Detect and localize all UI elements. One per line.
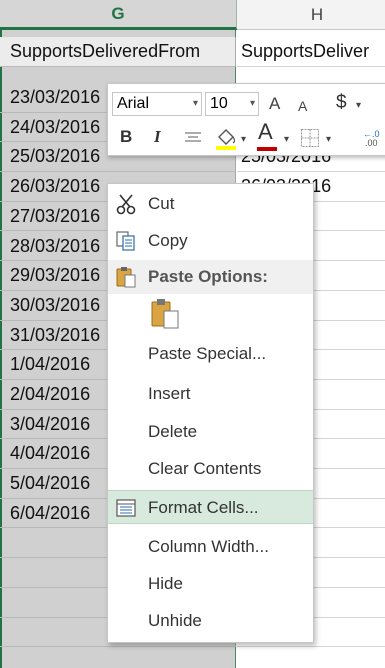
menu-item-format-cells[interactable]: Format Cells...	[108, 490, 313, 524]
menu-item-cut[interactable]: Cut	[108, 187, 313, 221]
menu-label: Copy	[148, 231, 188, 250]
mini-toolbar: Arial ▾ 10 ▾ A A $ ▾ B I ▾ A ▾ ▾ ←.0 .00	[107, 83, 385, 156]
copy-icon	[116, 231, 135, 251]
menu-label: Hide	[148, 574, 183, 593]
menu-label: Unhide	[148, 611, 202, 630]
menu-item-insert[interactable]: Insert	[108, 377, 313, 411]
format-cells-icon	[116, 499, 136, 517]
context-menu: Cut Copy Paste Options: Paste Special...…	[107, 183, 314, 643]
chevron-down-icon[interactable]: ▾	[326, 130, 331, 150]
font-size-box[interactable]: 10 ▾	[205, 92, 259, 116]
currency-format-button[interactable]: $	[336, 93, 347, 113]
column-header-g[interactable]: G	[0, 0, 237, 30]
menu-item-clear-contents[interactable]: Clear Contents	[108, 452, 313, 486]
paste-icon[interactable]	[148, 297, 182, 331]
grow-font-button[interactable]: A	[269, 94, 280, 114]
menu-section-paste-options: Paste Options:	[108, 260, 313, 294]
scissors-icon	[116, 194, 136, 215]
menu-label: Format Cells...	[148, 498, 259, 517]
menu-item-delete[interactable]: Delete	[108, 415, 313, 449]
menu-label: Column Width...	[148, 537, 269, 556]
increase-decimal-icon[interactable]: ←.0 .00	[363, 128, 385, 148]
italic-button[interactable]: I	[154, 127, 161, 147]
font-color-swatch	[257, 147, 277, 151]
menu-label: Insert	[148, 384, 191, 403]
menu-label: Clear Contents	[148, 459, 262, 478]
font-name-value: Arial	[117, 95, 150, 112]
chevron-down-icon[interactable]: ▾	[356, 96, 361, 116]
menu-label: Paste Special...	[148, 344, 267, 363]
column-header-h[interactable]: H	[237, 0, 385, 30]
cell-g-header[interactable]: SupportsDeliveredFrom	[0, 37, 236, 67]
chevron-down-icon: ▾	[192, 98, 198, 109]
chevron-down-icon: ▾	[249, 98, 255, 109]
menu-label: Paste Options:	[148, 267, 268, 286]
menu-item-paste-special[interactable]: Paste Special...	[108, 337, 313, 371]
font-name-box[interactable]: Arial ▾	[112, 92, 202, 116]
menu-label: Cut	[148, 194, 175, 213]
font-size-value: 10	[210, 95, 228, 112]
shrink-font-button[interactable]: A	[298, 96, 307, 116]
chevron-down-icon[interactable]: ▾	[284, 130, 289, 150]
borders-icon[interactable]	[300, 128, 320, 148]
align-center-icon[interactable]	[184, 131, 202, 145]
paste-icon	[116, 267, 136, 288]
menu-item-hide[interactable]: Hide	[108, 567, 313, 601]
font-color-button[interactable]: A	[258, 121, 273, 143]
chevron-down-icon[interactable]: ▾	[241, 130, 246, 150]
menu-item-unhide[interactable]: Unhide	[108, 604, 313, 638]
bold-button[interactable]: B	[120, 127, 132, 147]
menu-label: Delete	[148, 422, 198, 441]
cell-h-header[interactable]: SupportsDeliver	[237, 37, 385, 67]
fill-color-icon[interactable]	[214, 125, 238, 151]
menu-item-copy[interactable]: Copy	[108, 224, 313, 258]
svg-text:.00: .00	[365, 138, 378, 148]
menu-item-column-width[interactable]: Column Width...	[108, 530, 313, 564]
